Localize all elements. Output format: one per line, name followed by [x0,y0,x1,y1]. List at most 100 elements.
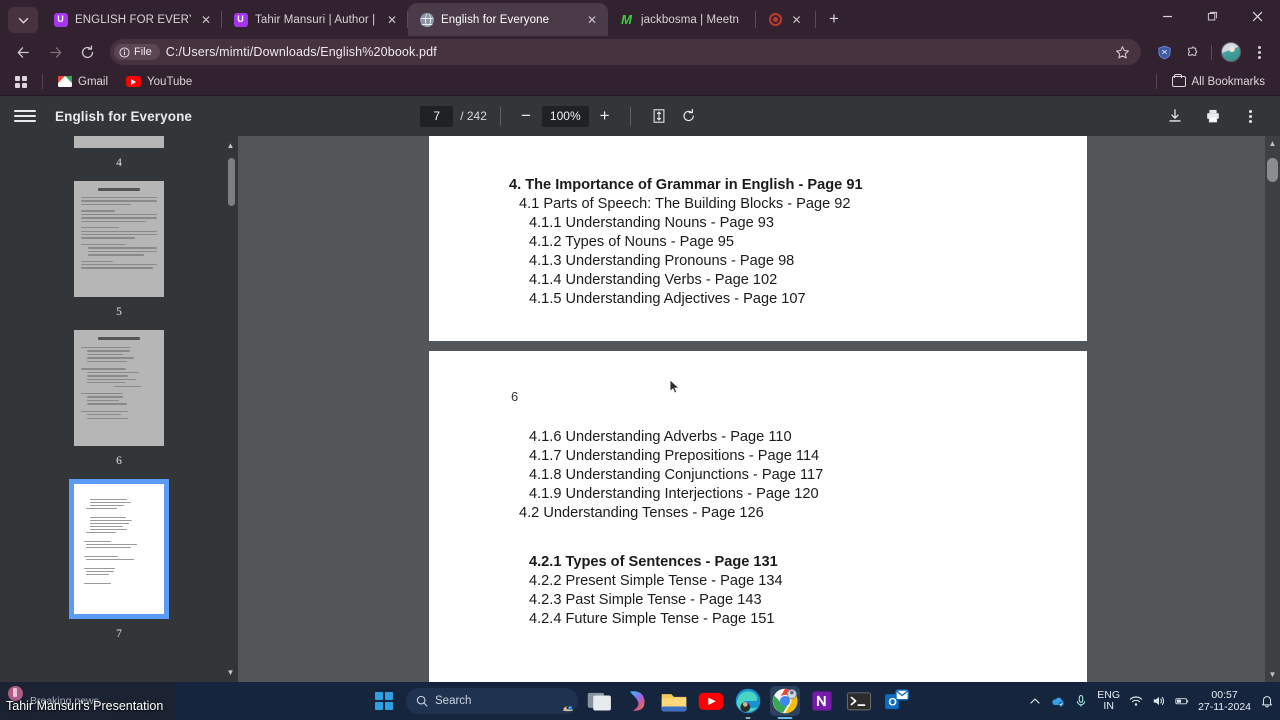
chevron-down-icon [18,17,28,24]
outlook-icon[interactable]: O [881,686,911,716]
pdf-page-area[interactable]: 4. The Importance of Grammar in English … [238,136,1280,682]
all-bookmarks-button[interactable]: All Bookmarks [1165,73,1273,91]
tab-jackbosma-meetn[interactable]: M jackbosma | Meetn [608,3,756,36]
region-code: IN [1103,700,1114,712]
tab-title: English for Everyone [441,13,550,26]
rotate-icon [683,108,694,122]
maximize-button[interactable] [1190,0,1235,33]
clock-date: 27-11-2024 [1198,701,1251,713]
new-tab-button[interactable]: + [821,6,847,32]
page-scrollbar[interactable]: ▲ ▼ [1265,136,1280,682]
thumbnail-page-number: 7 [116,628,122,640]
zoom-in-button[interactable]: + [593,104,617,128]
thumbnail-scroll-up[interactable]: ▲ [223,138,238,153]
address-bar[interactable]: File C:/Users/mimti/Downloads/English%20… [110,39,1141,65]
tab-close-button[interactable]: ✕ [384,12,400,28]
arrow-right-icon [49,46,61,58]
zoom-level-display[interactable]: 100% [541,105,589,127]
onedrive-icon[interactable] [1051,694,1065,708]
chrome-menu-button[interactable] [1246,39,1272,65]
file-chip-label: File [134,46,152,58]
tab-english-for-everyone-from[interactable]: U ENGLISH FOR EVERYONE From ✕ [42,3,222,36]
volume-icon[interactable] [1152,694,1166,708]
arrow-left-icon [17,46,29,58]
tab-title: Tahir Mansuri | Author | Udemy [255,13,377,26]
pdf-page: 6 4.1.6 Understanding Adverbs - Page 110… [429,351,1087,682]
microphone-icon[interactable] [1074,694,1088,708]
apps-shortcut-button[interactable] [8,71,34,93]
extensions-button[interactable] [1179,39,1205,65]
thumbnail-page[interactable] [74,136,164,148]
edge-icon[interactable] [733,686,763,716]
close-button[interactable] [1235,0,1280,33]
pdf-viewer-body: 4 5 6 7 ▲ ▼ 4. The Importance of Grammar… [0,136,1280,682]
thumbnail-page[interactable] [74,181,164,297]
tab-close-button[interactable]: ✕ [198,12,214,28]
thumbnail-sidebar[interactable]: 4 5 6 7 ▲ ▼ [0,136,238,682]
wifi-icon[interactable] [1129,694,1143,708]
download-button[interactable] [1162,103,1188,129]
sidebar-toggle-button[interactable] [14,105,36,127]
tab-english-for-everyone[interactable]: English for Everyone ✕ [408,3,608,36]
thumbnail-page-selected[interactable] [69,479,169,619]
tab-search-button[interactable] [8,7,38,33]
toc-entry: 4.1.9 Understanding Interjections - Page… [529,486,819,502]
notifications-button[interactable] [1260,694,1274,708]
bookmark-gmail[interactable]: Gmail [51,73,115,91]
chrome-icon[interactable] [770,686,800,716]
fit-page-button[interactable] [646,103,672,129]
fit-page-icon [653,109,665,123]
reload-button[interactable] [72,37,102,67]
record-icon [768,12,783,27]
url-text: C:/Users/mimti/Downloads/English%20book.… [165,45,437,59]
thumbnail-page-number: 5 [116,306,122,318]
scroll-down-button[interactable]: ▼ [1265,667,1280,682]
profile-button[interactable] [1218,39,1244,65]
onenote-icon[interactable] [807,686,837,716]
tab-title: ENGLISH FOR EVERYONE From [75,13,191,26]
tab-close-button[interactable]: ✕ [584,12,600,28]
taskbar-search[interactable]: Search [406,688,578,714]
language-indicator[interactable]: ENG IN [1097,689,1120,713]
pdf-toolbar: English for Everyone 7 / 242 − 100% + [0,96,1280,136]
clock[interactable]: 00:57 27-11-2024 [1198,689,1251,713]
battery-icon[interactable] [1175,694,1189,708]
scrollbar-thumb[interactable] [1267,158,1278,182]
pdf-more-button[interactable] [1238,103,1264,129]
tab-tahir-mansuri-udemy[interactable]: U Tahir Mansuri | Author | Udemy ✕ [222,3,408,36]
tab-close-button[interactable]: ✕ [789,12,805,28]
page-number-input[interactable]: 7 [420,105,454,127]
thumbnail-list: 4 5 6 7 [0,136,238,682]
file-origin-chip[interactable]: File [114,44,160,60]
search-illustration-icon [562,706,574,712]
tab-recording[interactable]: ✕ [756,3,816,36]
print-button[interactable] [1200,103,1226,129]
chevron-up-icon [1030,698,1040,704]
star-icon [1115,45,1129,58]
zoom-out-button[interactable]: − [514,104,538,128]
forward-button[interactable] [40,37,70,67]
thumbnail-scroll-down[interactable]: ▼ [223,665,238,680]
thumbnail-page[interactable] [74,330,164,446]
file-explorer-icon[interactable] [659,686,689,716]
udemy-icon: U [233,12,248,27]
youtube-app-icon[interactable] [696,686,726,716]
task-view-icon[interactable] [585,686,615,716]
window-controls [1145,0,1280,33]
thumbnail-scrollbar[interactable] [228,158,235,206]
meetn-icon: M [621,11,632,27]
copilot-icon[interactable] [622,686,652,716]
back-button[interactable] [8,37,38,67]
folder-icon [1171,73,1186,87]
terminal-icon[interactable] [844,686,874,716]
thumbnail-page-number: 6 [116,455,122,467]
minimize-button[interactable] [1145,0,1190,33]
scroll-up-button[interactable]: ▲ [1265,136,1280,151]
rotate-button[interactable] [676,103,702,129]
security-shield-button[interactable] [1151,39,1177,65]
tray-expand-button[interactable] [1028,694,1042,708]
bookmark-star-button[interactable] [1109,39,1135,65]
bookmark-youtube[interactable]: YouTube [119,73,199,91]
start-button[interactable] [369,686,399,716]
toc-entry: 4.1.2 Types of Nouns - Page 95 [529,234,734,250]
